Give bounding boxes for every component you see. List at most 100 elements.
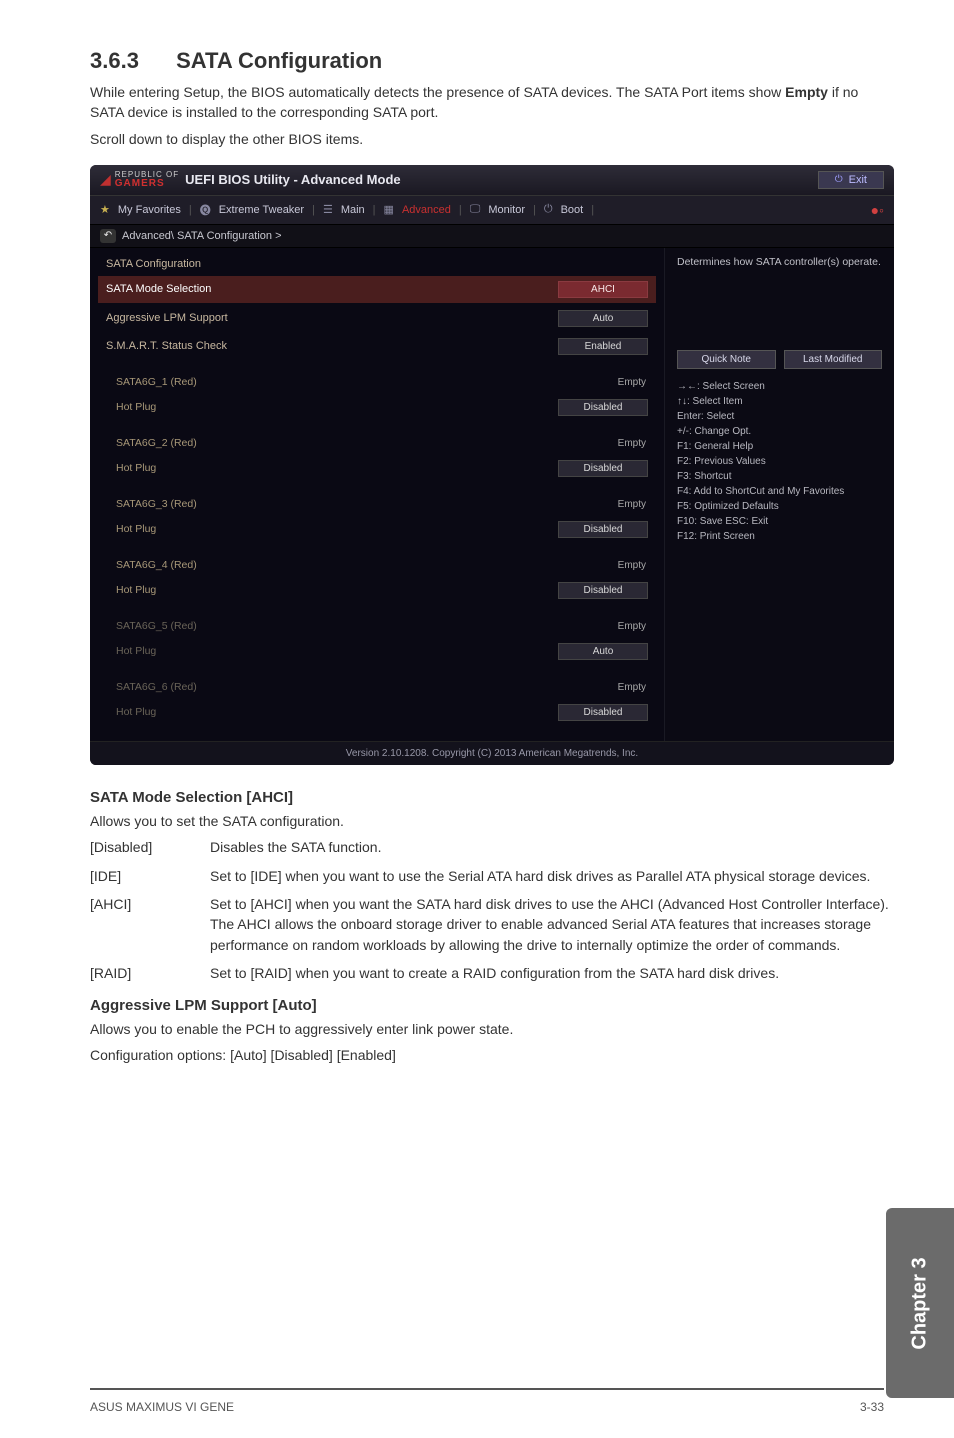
lpm-line2: Configuration options: [Auto] [Disabled]… [90, 1046, 894, 1066]
hot-plug-label: Hot Plug [116, 645, 558, 657]
hot-plug-value[interactable]: Disabled [558, 399, 648, 416]
hint-line: Enter: Select [677, 409, 882, 424]
bios-title-bar: ◢ REPUBLIC OF GAMERS UEFI BIOS Utility -… [90, 165, 894, 195]
hot-plug-row[interactable]: Hot PlugAuto [98, 638, 656, 665]
key-hints: →←: Select Screen↑↓: Select ItemEnter: S… [677, 379, 882, 544]
option-row: [IDE]Set to [IDE] when you want to use t… [90, 866, 894, 886]
sata-port-row: SATA6G_5 (Red)Empty [98, 614, 656, 639]
bios-tab-bar: ★ My Favorites | 🅠 Extreme Tweaker | ☰ M… [90, 195, 894, 225]
port-state: Empty [558, 680, 648, 695]
footer-divider [90, 1388, 884, 1390]
sata-port-row: SATA6G_6 (Red)Empty [98, 675, 656, 700]
lpm-line1: Allows you to enable the PCH to aggressi… [90, 1020, 894, 1040]
bios-settings-pane: SATA Configuration SATA Mode Selection A… [90, 248, 664, 741]
bios-screenshot: ◢ REPUBLIC OF GAMERS UEFI BIOS Utility -… [90, 165, 894, 765]
list-icon: ☰ [323, 203, 333, 216]
port-name: SATA6G_1 (Red) [116, 376, 558, 388]
sata-port-row: SATA6G_4 (Red)Empty [98, 553, 656, 578]
hot-plug-value[interactable]: Disabled [558, 582, 648, 599]
intro-para-2: Scroll down to display the other BIOS it… [90, 129, 894, 149]
option-row: [RAID]Set to [RAID] when you want to cre… [90, 963, 894, 983]
exit-button[interactable]: ⏻ Exit [818, 171, 884, 189]
mode-options-table: [Disabled]Disables the SATA function.[ID… [90, 837, 894, 983]
port-state: Empty [558, 375, 648, 390]
tab-monitor[interactable]: Monitor [488, 204, 525, 216]
hot-plug-row[interactable]: Hot PlugDisabled [98, 455, 656, 482]
hot-plug-label: Hot Plug [116, 523, 558, 535]
smart-status-row[interactable]: S.M.A.R.T. Status Check Enabled [98, 333, 656, 360]
hot-plug-value[interactable]: Disabled [558, 521, 648, 538]
quick-note-button[interactable]: Quick Note [677, 350, 776, 369]
chapter-side-tab: Chapter 3 [886, 1208, 954, 1398]
hint-line: F5: Optimized Defaults [677, 499, 882, 514]
sata-config-header: SATA Configuration [98, 254, 656, 274]
monitor-icon: 🖵 [470, 203, 481, 216]
hint-line: F12: Print Screen [677, 529, 882, 544]
tab-my-favorites[interactable]: My Favorites [118, 204, 181, 216]
sata-mode-selection-row[interactable]: SATA Mode Selection AHCI [98, 276, 656, 303]
port-state: Empty [558, 497, 648, 512]
port-state: Empty [558, 558, 648, 573]
hint-line: F10: Save ESC: Exit [677, 514, 882, 529]
bios-version-footer: Version 2.10.1208. Copyright (C) 2013 Am… [90, 741, 894, 765]
section-number: 3.6.3 [90, 48, 170, 74]
sata-port-row: SATA6G_3 (Red)Empty [98, 492, 656, 517]
hw-monitor-icon[interactable]: ●◦ [871, 202, 884, 218]
option-row: [Disabled]Disables the SATA function. [90, 837, 894, 857]
aggressive-lpm-row[interactable]: Aggressive LPM Support Auto [98, 305, 656, 332]
option-desc: Disables the SATA function. [210, 837, 894, 857]
page-footer: ASUS MAXIMUS VI GENE 3-33 [90, 1393, 884, 1414]
option-key: [IDE] [90, 866, 210, 886]
smart-label: S.M.A.R.T. Status Check [106, 340, 558, 352]
footer-page-number: 3-33 [860, 1400, 884, 1414]
port-state: Empty [558, 619, 648, 634]
hot-plug-label: Hot Plug [116, 706, 558, 718]
sata-mode-value[interactable]: AHCI [558, 281, 648, 298]
breadcrumb: ↶ Advanced\ SATA Configuration > [90, 225, 894, 248]
section-heading: 3.6.3 SATA Configuration [90, 48, 894, 74]
hot-plug-value[interactable]: Disabled [558, 704, 648, 721]
bios-help-pane: Determines how SATA controller(s) operat… [664, 248, 894, 741]
hot-plug-row[interactable]: Hot PlugDisabled [98, 577, 656, 604]
tab-advanced[interactable]: Advanced [402, 204, 451, 216]
sata-mode-label: SATA Mode Selection [106, 283, 211, 295]
option-desc: Set to [RAID] when you want to create a … [210, 963, 894, 983]
tweaker-icon: 🅠 [200, 202, 211, 218]
hot-plug-value[interactable]: Disabled [558, 460, 648, 477]
hot-plug-label: Hot Plug [116, 401, 558, 413]
hot-plug-row[interactable]: Hot PlugDisabled [98, 394, 656, 421]
lpm-heading: Aggressive LPM Support [Auto] [90, 997, 894, 1014]
option-key: [Disabled] [90, 837, 210, 857]
hot-plug-row[interactable]: Hot PlugDisabled [98, 516, 656, 543]
smart-value[interactable]: Enabled [558, 338, 648, 355]
bios-utility-title: UEFI BIOS Utility - Advanced Mode [185, 172, 400, 187]
hint-line: F3: Shortcut [677, 469, 882, 484]
breadcrumb-text: Advanced\ SATA Configuration > [122, 230, 282, 242]
hot-plug-value[interactable]: Auto [558, 643, 648, 660]
hot-plug-row[interactable]: Hot PlugDisabled [98, 699, 656, 726]
option-key: [AHCI] [90, 894, 210, 955]
option-row: [AHCI]Set to [AHCI] when you want the SA… [90, 894, 894, 955]
boot-icon: ⏻ [544, 203, 553, 216]
last-modified-button[interactable]: Last Modified [784, 350, 883, 369]
hot-plug-label: Hot Plug [116, 584, 558, 596]
option-key: [RAID] [90, 963, 210, 983]
lpm-label: Aggressive LPM Support [106, 312, 558, 324]
footer-product: ASUS MAXIMUS VI GENE [90, 1400, 234, 1414]
chip-icon: ▦ [384, 203, 394, 216]
star-icon: ★ [100, 203, 110, 216]
hot-plug-label: Hot Plug [116, 462, 558, 474]
lpm-value[interactable]: Auto [558, 310, 648, 327]
chapter-label: Chapter 3 [909, 1257, 932, 1349]
tab-main[interactable]: Main [341, 204, 365, 216]
hint-line: F1: General Help [677, 439, 882, 454]
exit-label: Exit [849, 174, 867, 186]
sata-port-row: SATA6G_1 (Red)Empty [98, 370, 656, 395]
back-button[interactable]: ↶ [100, 229, 116, 243]
hint-line: F2: Previous Values [677, 454, 882, 469]
power-icon: ⏻ [835, 174, 843, 185]
sata-port-row: SATA6G_2 (Red)Empty [98, 431, 656, 456]
hint-line: →←: Select Screen [677, 379, 882, 394]
tab-extreme-tweaker[interactable]: Extreme Tweaker [219, 204, 304, 216]
tab-boot[interactable]: Boot [561, 204, 584, 216]
